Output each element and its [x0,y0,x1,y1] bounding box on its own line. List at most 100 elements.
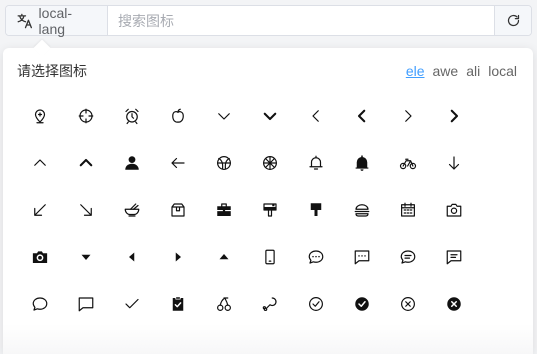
icon-option[interactable] [155,280,201,327]
translate-icon [17,13,33,28]
icon-option[interactable] [293,139,339,186]
icon-option[interactable] [431,139,477,186]
caret-bottom-icon [81,254,91,260]
icon-option[interactable] [109,92,155,139]
icon-option[interactable] [201,139,247,186]
icon-option[interactable] [339,233,385,280]
icon-option[interactable] [63,233,109,280]
icon-option[interactable] [109,280,155,327]
icon-option[interactable] [385,233,431,280]
icon-option[interactable] [385,280,431,327]
icon-option[interactable] [293,186,339,233]
chat-line-square-icon [446,249,462,264]
bowl-icon [124,202,140,217]
box-icon [171,202,185,217]
icon-grid [17,92,477,327]
baseball-icon [263,155,277,170]
icon-option[interactable] [17,233,63,280]
arrow-right-icon [405,109,412,122]
icon-option[interactable] [109,233,155,280]
circle-close-icon [401,296,415,311]
cherry-icon [217,296,231,311]
arrow-right-bold-icon [450,109,459,122]
bottom-icon [448,155,460,170]
icon-option[interactable] [155,233,201,280]
tab-awe[interactable]: awe [433,63,459,79]
arrow-down-bold-icon [263,112,277,120]
bell-icon [309,155,323,170]
arrow-down-icon [218,112,230,120]
refresh-icon [507,14,519,27]
arrow-left-bold-icon [357,109,366,122]
icon-option[interactable] [247,233,293,280]
caret-left-icon [129,252,135,261]
bicycle-icon [399,158,417,169]
apple-icon [172,108,184,123]
icon-option[interactable] [431,233,477,280]
icon-search-input[interactable] [108,6,494,35]
icon-option[interactable] [63,280,109,327]
icon-option[interactable] [17,186,63,233]
basketball-icon [217,155,231,170]
icon-option[interactable] [109,186,155,233]
icon-option[interactable] [155,186,201,233]
icon-option[interactable] [155,139,201,186]
icon-option[interactable] [293,92,339,139]
icon-option[interactable] [247,280,293,327]
icon-option[interactable] [293,280,339,327]
icon-option[interactable] [385,186,431,233]
icon-option[interactable] [17,280,63,327]
chicken-icon [262,296,277,311]
icon-option[interactable] [17,139,63,186]
icon-option[interactable] [63,92,109,139]
checked-icon [172,296,184,311]
icon-option[interactable] [17,92,63,139]
icon-option[interactable] [201,92,247,139]
icon-option[interactable] [431,280,477,327]
icon-option[interactable] [63,186,109,233]
burger-icon [354,203,370,217]
icon-option[interactable] [431,186,477,233]
aim-icon [78,108,94,123]
tab-ele[interactable]: ele [406,63,425,79]
chat-round-icon [32,296,48,311]
circle-check-icon [309,296,323,311]
popover-title: 请选择图标 [17,63,87,79]
icon-option[interactable] [385,139,431,186]
icon-picker-popover: 请选择图标 ele awe ali local [3,39,533,354]
icon-option[interactable] [63,139,109,186]
icon-option[interactable] [247,186,293,233]
popover-header: 请选择图标 ele awe ali local [17,62,517,80]
icon-source-prefix[interactable]: local-lang [6,5,108,37]
icon-option[interactable] [339,92,385,139]
chat-dot-round-icon [308,249,324,264]
icon-option[interactable] [109,139,155,186]
arrow-left-icon [312,109,319,122]
icon-option[interactable] [155,92,201,139]
icon-option[interactable] [201,233,247,280]
icon-option[interactable] [201,186,247,233]
icon-option[interactable] [201,280,247,327]
icon-option[interactable] [339,280,385,327]
icon-option[interactable] [431,92,477,139]
icon-option[interactable] [247,139,293,186]
cellphone-icon [265,249,275,264]
alarm-clock-icon [125,108,139,124]
circle-check-filled-icon [355,296,369,311]
icon-option[interactable] [339,186,385,233]
bottom-left-icon [34,203,46,216]
refresh-button[interactable] [494,6,531,35]
icon-option[interactable] [293,233,339,280]
icon-search-bar: local-lang [5,5,532,37]
tab-ali[interactable]: ali [466,63,480,79]
icon-option[interactable] [339,139,385,186]
back-icon [171,157,185,168]
icon-option[interactable] [385,92,431,139]
popover-arrow [33,39,51,57]
tab-local[interactable]: local [488,63,517,79]
arrow-up-bold-icon [79,158,93,166]
bell-filled-icon [355,155,369,171]
icon-option[interactable] [247,92,293,139]
camera-icon [446,203,462,217]
camera-filled-icon [32,250,48,263]
